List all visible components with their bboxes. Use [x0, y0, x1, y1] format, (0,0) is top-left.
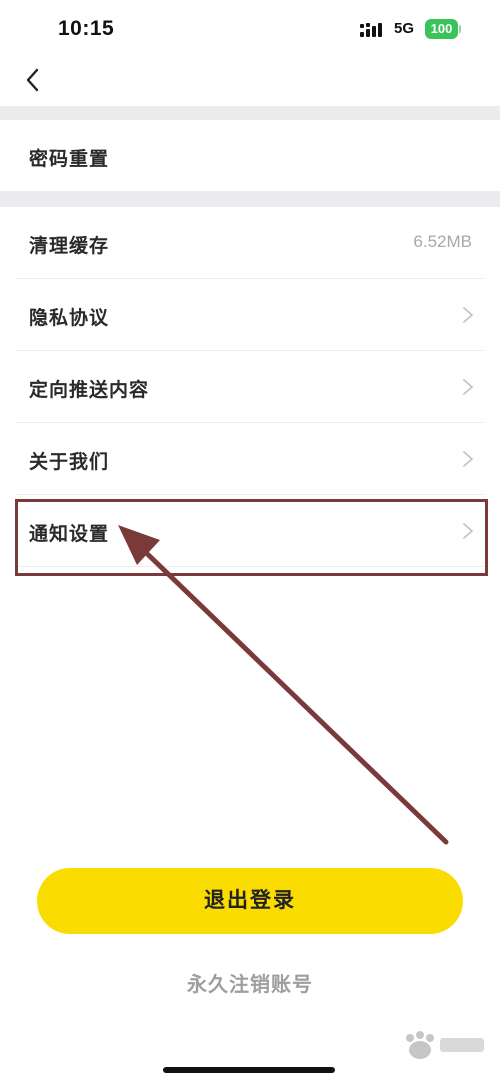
- cache-size-value: 6.52MB: [413, 232, 472, 251]
- row-label: 清理缓存: [29, 236, 110, 257]
- section-divider: [0, 106, 500, 120]
- chevron-right-icon: [463, 307, 473, 323]
- chevron-right-icon: [463, 451, 473, 467]
- signal-strength-icon: [360, 23, 382, 37]
- annotation-highlight-box: [15, 499, 488, 576]
- back-button[interactable]: [16, 60, 52, 100]
- about-us-row[interactable]: 关于我们: [0, 423, 500, 495]
- status-bar: 10:15 5G 100: [0, 0, 500, 60]
- privacy-policy-row[interactable]: 隐私协议: [0, 279, 500, 351]
- delete-account-link[interactable]: 永久注销账号: [0, 968, 500, 997]
- nav-bar: [0, 60, 500, 106]
- password-reset-row[interactable]: 密码重置: [0, 120, 500, 192]
- logout-button[interactable]: 退出登录: [37, 868, 463, 934]
- home-indicator: [163, 1067, 335, 1073]
- targeted-push-row[interactable]: 定向推送内容: [0, 351, 500, 423]
- network-type: 5G: [394, 20, 415, 37]
- row-label: 密码重置: [29, 149, 110, 170]
- logout-label: 退出登录: [204, 889, 296, 912]
- status-time: 10:15: [58, 17, 115, 40]
- section-divider: [0, 191, 500, 207]
- row-label: 定向推送内容: [29, 380, 150, 401]
- chevron-left-icon: [26, 68, 39, 92]
- clear-cache-row[interactable]: 清理缓存 6.52MB: [0, 207, 500, 279]
- battery-level: 100: [430, 21, 453, 36]
- row-label: 隐私协议: [29, 308, 110, 329]
- watermark-logo: [406, 1031, 484, 1059]
- battery-icon: 100: [425, 19, 461, 39]
- chevron-right-icon: [463, 379, 473, 395]
- row-label: 关于我们: [29, 452, 110, 473]
